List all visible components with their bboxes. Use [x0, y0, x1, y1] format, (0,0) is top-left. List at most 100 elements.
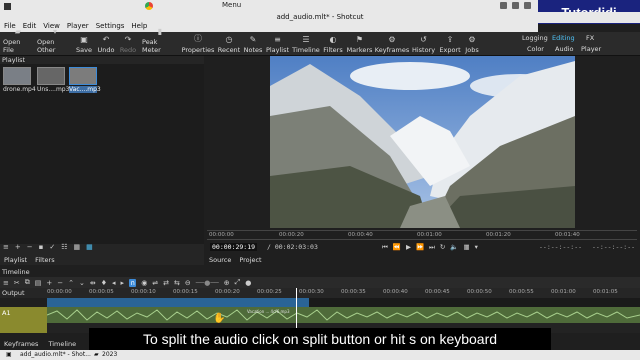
- grid-icon[interactable]: ▦: [463, 243, 469, 252]
- loop-icon[interactable]: ↻: [440, 243, 445, 252]
- keyframes-button[interactable]: ⚙ Keyframes: [375, 32, 409, 56]
- battery-icon[interactable]: [524, 2, 531, 9]
- app-launcher-icon[interactable]: [4, 2, 11, 10]
- timeline-button[interactable]: ☰ Timeline: [292, 32, 320, 56]
- skip-next-icon[interactable]: ⏭: [429, 243, 435, 252]
- copy-icon[interactable]: ⧉: [25, 278, 30, 287]
- menu-edit[interactable]: Edit: [23, 22, 37, 32]
- recent-icon: ◷: [225, 35, 233, 44]
- tab-filters[interactable]: Filters: [35, 256, 54, 264]
- audio-waveform[interactable]: Vacation ... 4cf6.mp3: [47, 307, 640, 323]
- playlist-title: Playlist: [2, 56, 26, 64]
- next-marker-icon[interactable]: ▸: [121, 279, 125, 287]
- current-timecode[interactable]: 00:00:29:19: [210, 243, 258, 251]
- chrome-icon[interactable]: [145, 2, 153, 10]
- tab-playlist[interactable]: Playlist: [4, 256, 27, 264]
- open-other-icon: ▾: [52, 27, 57, 36]
- record-icon[interactable]: ●: [245, 279, 251, 287]
- tab-keyframes[interactable]: Keyframes: [4, 340, 38, 348]
- skip-previous-icon[interactable]: ⏮: [382, 243, 388, 252]
- layout-color[interactable]: Color: [527, 45, 544, 53]
- prev-marker-icon[interactable]: ◂: [112, 279, 116, 287]
- menu-view[interactable]: View: [43, 22, 60, 32]
- cut-icon[interactable]: ✂: [14, 279, 20, 287]
- menu-settings[interactable]: Settings: [96, 22, 125, 32]
- details-view-icon[interactable]: ☷: [61, 243, 67, 251]
- export-button[interactable]: ⇪ Export: [439, 32, 461, 56]
- volume-icon[interactable]: [512, 2, 519, 9]
- scrub-icon[interactable]: ◉: [141, 279, 147, 287]
- window-title: add_audio.mlt* - Shotcut: [276, 13, 364, 21]
- append-icon[interactable]: +: [46, 279, 52, 287]
- open-file-button[interactable]: ▰ Open File: [3, 27, 33, 56]
- history-button[interactable]: ↺ History: [411, 32, 436, 56]
- properties-button[interactable]: ⓘ Properties: [181, 32, 215, 56]
- ripple-icon[interactable]: ⇌: [152, 279, 158, 287]
- playlist-button[interactable]: ≡ Playlist: [265, 32, 290, 56]
- menu-icon[interactable]: ≡: [3, 243, 9, 251]
- menu-help[interactable]: Help: [131, 22, 147, 32]
- zoom-in-icon[interactable]: ⊕: [224, 279, 230, 287]
- tab-project[interactable]: Project: [239, 256, 261, 264]
- rewind-icon[interactable]: ⏪: [393, 243, 401, 252]
- network-icon[interactable]: [500, 2, 507, 9]
- video-clip[interactable]: [47, 298, 309, 307]
- open-other-button[interactable]: ▾ Open Other: [37, 27, 73, 56]
- taskbar-item-folder[interactable]: 2023: [102, 351, 117, 358]
- playlist-clip[interactable]: drone.mp4: [3, 67, 36, 93]
- jobs-button[interactable]: ⚙ Jobs: [463, 32, 481, 56]
- layout-audio[interactable]: Audio: [555, 45, 573, 53]
- playlist-clip-selected[interactable]: Vac....mp3: [69, 67, 101, 93]
- split-icon[interactable]: ⇹: [90, 279, 96, 287]
- lift-icon[interactable]: ⌃: [68, 279, 74, 287]
- playlist-clip[interactable]: Uns....mp3: [37, 67, 69, 93]
- paste-icon[interactable]: ▤: [35, 279, 42, 287]
- layout-player[interactable]: Player: [581, 45, 601, 53]
- tiles-view-icon[interactable]: ▦: [74, 243, 81, 251]
- folder-icon[interactable]: ▰: [94, 351, 99, 358]
- track-header-a1[interactable]: A1: [0, 307, 47, 333]
- recent-button[interactable]: ◷ Recent: [218, 32, 240, 56]
- taskbar-app-icon[interactable]: ▣: [6, 351, 12, 358]
- icons-view-icon[interactable]: ▦: [86, 243, 93, 251]
- menu-player[interactable]: Player: [67, 22, 89, 32]
- zoom-slider[interactable]: ──●──: [196, 279, 219, 287]
- layout-fx[interactable]: FX: [586, 34, 594, 42]
- system-tray: [500, 2, 531, 9]
- volume-icon[interactable]: 🔈: [450, 243, 458, 252]
- zoom-icon[interactable]: ▾: [475, 243, 478, 252]
- snap-icon[interactable]: ∩: [129, 278, 137, 287]
- check-icon[interactable]: ✓: [49, 243, 55, 251]
- add-icon[interactable]: +: [15, 243, 21, 251]
- update-icon[interactable]: ▪: [39, 243, 44, 251]
- remove-icon[interactable]: −: [57, 279, 63, 287]
- menu-bar: File Edit View Player Settings Help: [0, 22, 538, 32]
- menu-icon[interactable]: ≡: [3, 279, 9, 287]
- undo-button[interactable]: ↶ Undo: [97, 32, 115, 56]
- layout-editing[interactable]: Editing: [552, 34, 575, 42]
- marker-icon[interactable]: ♦: [101, 279, 107, 287]
- zoom-out-icon[interactable]: ⊖: [185, 279, 191, 287]
- overwrite-icon[interactable]: ⌄: [79, 279, 85, 287]
- layout-logging[interactable]: Logging: [522, 34, 548, 42]
- redo-button[interactable]: ↷ Redo: [119, 32, 137, 56]
- zoom-fit-icon[interactable]: ⤢: [235, 278, 241, 287]
- fast-forward-icon[interactable]: ⏩: [416, 243, 424, 252]
- ripple-markers-icon[interactable]: ⇆: [174, 279, 180, 287]
- timeline-ruler[interactable]: Output 00:00:00 00:00:05 00:00:10 00:00:…: [0, 288, 640, 298]
- filters-button[interactable]: ◐ Filters: [322, 32, 344, 56]
- system-menu[interactable]: Menu: [222, 1, 241, 9]
- markers-button[interactable]: ⚑ Markers: [346, 32, 373, 56]
- save-button[interactable]: ▣ Save: [76, 32, 92, 56]
- notes-button[interactable]: ✎ Notes: [243, 32, 263, 56]
- taskbar-item-shotcut[interactable]: add_audio.mlt* - Shot...: [20, 351, 91, 358]
- player-ruler[interactable]: 00:00:00 00:00:20 00:00:40 00:01:00 00:0…: [207, 230, 637, 240]
- tab-timeline[interactable]: Timeline: [48, 340, 76, 348]
- remove-icon[interactable]: −: [27, 243, 33, 251]
- tab-source[interactable]: Source: [209, 256, 231, 264]
- timeline-playhead[interactable]: [296, 288, 297, 333]
- play-icon[interactable]: ▶: [406, 243, 411, 252]
- ripple-all-icon[interactable]: ⇄: [163, 279, 169, 287]
- peak-meter-button[interactable]: ▮ Peak Meter: [142, 27, 178, 56]
- redo-icon: ↷: [124, 35, 132, 44]
